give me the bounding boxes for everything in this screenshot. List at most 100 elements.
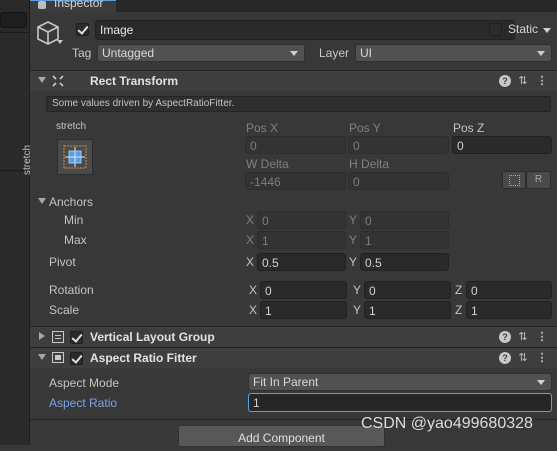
max-x-field: 1 [257,231,346,249]
scale-x-axis-label: X [249,303,258,317]
foldout-arrow-icon[interactable] [38,77,46,83]
aspect-ratio-label: Aspect Ratio [49,396,118,410]
pos-z-label: Pos Z [453,121,485,135]
pivot-y-field[interactable]: 0.5 [360,253,449,271]
rotation-x-axis-label: X [249,283,258,297]
chevron-down-icon[interactable] [57,40,63,44]
aspect-mode-value: Fit In Parent [253,375,319,389]
vertical-layout-enabled-checkbox[interactable] [70,331,83,344]
min-y-axis-label: Y [349,213,358,227]
static-dropdown-icon[interactable] [543,28,551,33]
layer-label: Layer [319,46,350,60]
pivot-x-axis-label: X [246,255,255,269]
raw-edit-button[interactable]: R [526,171,551,189]
pos-y-label: Pos Y [349,121,381,135]
pivot-x-field[interactable]: 0.5 [257,253,346,271]
w-delta-label: W Delta [246,157,289,171]
pos-x-label: Pos X [246,121,279,135]
chevron-down-icon [537,380,545,385]
min-x-axis-label: X [246,213,255,227]
driven-message: Some values driven by AspectRatioFitter. [52,98,235,109]
anchor-preset-label-side: stretch [22,144,33,175]
pos-x-field: 0 [245,136,346,154]
scale-z-axis-label: Z [455,303,463,317]
aspect-ratio-fitter-header[interactable]: Aspect Ratio Fitter ? ⇅ ⋮ [30,347,557,368]
help-icon[interactable]: ? [499,352,511,364]
left-panel [0,0,30,445]
layer-value: UI [360,46,372,60]
watermark-text: CSDN @yao499680328 [361,415,533,432]
scale-y-axis-label: Y [353,303,362,317]
scale-z-field[interactable]: 1 [466,301,552,319]
driven-message-box: Some values driven by AspectRatioFitter. [46,96,551,112]
aspect-ratio-enabled-checkbox[interactable] [70,352,83,365]
preset-settings-icon[interactable]: ⇅ [517,75,529,87]
max-label: Max [64,233,87,247]
divider [0,32,29,33]
add-component-label: Add Component [238,431,325,445]
pos-z-field[interactable]: 0 [452,136,552,154]
help-icon[interactable]: ? [499,75,511,87]
max-y-field: 1 [360,231,449,249]
static-checkbox[interactable] [489,23,502,36]
preset-settings-icon[interactable]: ⇅ [517,331,529,343]
h-delta-field: 0 [348,172,449,190]
tab-inspector[interactable]: Inspector [30,0,116,12]
tag-label: Tag [72,46,92,60]
inspector-icon [38,1,46,9]
min-x-field: 0 [257,211,346,229]
active-checkbox[interactable] [76,23,89,36]
foldout-arrow-icon[interactable] [39,332,45,340]
more-options-icon[interactable]: ⋮ [536,352,548,364]
rotation-z-axis-label: Z [455,283,463,297]
w-delta-field: -1446 [245,172,346,190]
foldout-arrow-icon[interactable] [38,354,46,360]
component-title: Rect Transform [90,74,179,88]
object-name-field[interactable]: Image [95,20,515,40]
rotation-x-field[interactable]: 0 [260,281,347,299]
anchor-preset-button[interactable] [57,139,93,175]
min-y-field: 0 [360,211,449,229]
rect-transform-header[interactable]: Rect Transform ? ⇅ ⋮ [30,70,557,91]
anchors-foldout-icon[interactable] [38,198,46,204]
left-panel-field[interactable] [0,12,27,28]
rotation-label: Rotation [49,283,94,297]
static-label: Static [508,22,539,36]
tag-value: Untagged [102,46,155,60]
more-options-icon[interactable]: ⋮ [536,75,548,87]
component-title: Aspect Ratio Fitter [90,351,197,365]
vertical-layout-group-header[interactable]: Vertical Layout Group ? ⇅ ⋮ [30,326,557,347]
rotation-y-axis-label: Y [353,283,362,297]
aspect-ratio-field[interactable]: 1 [248,393,552,412]
add-component-button[interactable]: Add Component [178,425,385,447]
vertical-layout-icon [52,331,64,343]
chevron-down-icon [537,51,545,56]
aspect-mode-label: Aspect Mode [49,376,120,390]
min-label: Min [64,213,84,227]
help-icon[interactable]: ? [499,331,511,343]
max-y-axis-label: Y [349,233,358,247]
rect-transform-icon [52,75,64,87]
pivot-label: Pivot [49,255,76,269]
blueprint-icon [508,175,520,186]
tag-dropdown[interactable]: Untagged [97,44,305,62]
chevron-down-icon [290,51,298,56]
scale-label: Scale [49,303,80,317]
aspect-ratio-fitter-icon [52,352,64,363]
aspect-mode-dropdown[interactable]: Fit In Parent [248,373,552,391]
rotation-z-field[interactable]: 0 [466,281,552,299]
scale-y-field[interactable]: 1 [364,301,451,319]
max-x-axis-label: X [246,233,255,247]
rotation-y-field[interactable]: 0 [364,281,451,299]
layer-dropdown[interactable]: UI [355,44,552,62]
anchor-stretch-icon [63,145,87,169]
scale-x-field[interactable]: 1 [260,301,347,319]
tab-label: Inspector [54,0,104,10]
blueprint-mode-button[interactable] [502,171,526,189]
anchor-preset-label-top: stretch [56,121,87,132]
more-options-icon[interactable]: ⋮ [536,331,548,343]
pivot-y-axis-label: Y [349,255,358,269]
gameobject-header: Image Static Tag Untagged Layer UI [30,12,557,70]
h-delta-label: H Delta [349,157,390,171]
preset-settings-icon[interactable]: ⇅ [517,352,529,364]
